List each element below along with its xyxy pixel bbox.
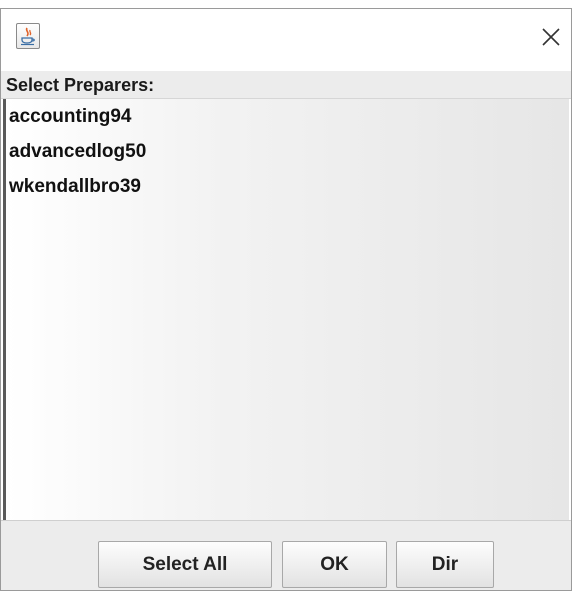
preparers-list[interactable]: accounting94 advancedlog50 wkendallbro39 [3,99,569,520]
select-preparers-label: Select Preparers: [1,71,571,99]
list-item-preparer[interactable]: advancedlog50 [6,134,569,169]
select-preparers-dialog: Select Preparers: accounting94 advancedl… [0,8,572,591]
title-bar[interactable] [1,9,571,71]
select-all-button[interactable]: Select All [98,541,272,588]
list-item-preparer[interactable]: wkendallbro39 [6,169,569,204]
close-icon [542,28,560,46]
button-bar: Select All OK Dir [1,520,571,590]
ok-button[interactable]: OK [282,541,387,588]
list-item-preparer[interactable]: accounting94 [6,99,569,134]
dir-button[interactable]: Dir [396,541,494,588]
close-button[interactable] [537,23,565,51]
java-icon [16,23,40,49]
